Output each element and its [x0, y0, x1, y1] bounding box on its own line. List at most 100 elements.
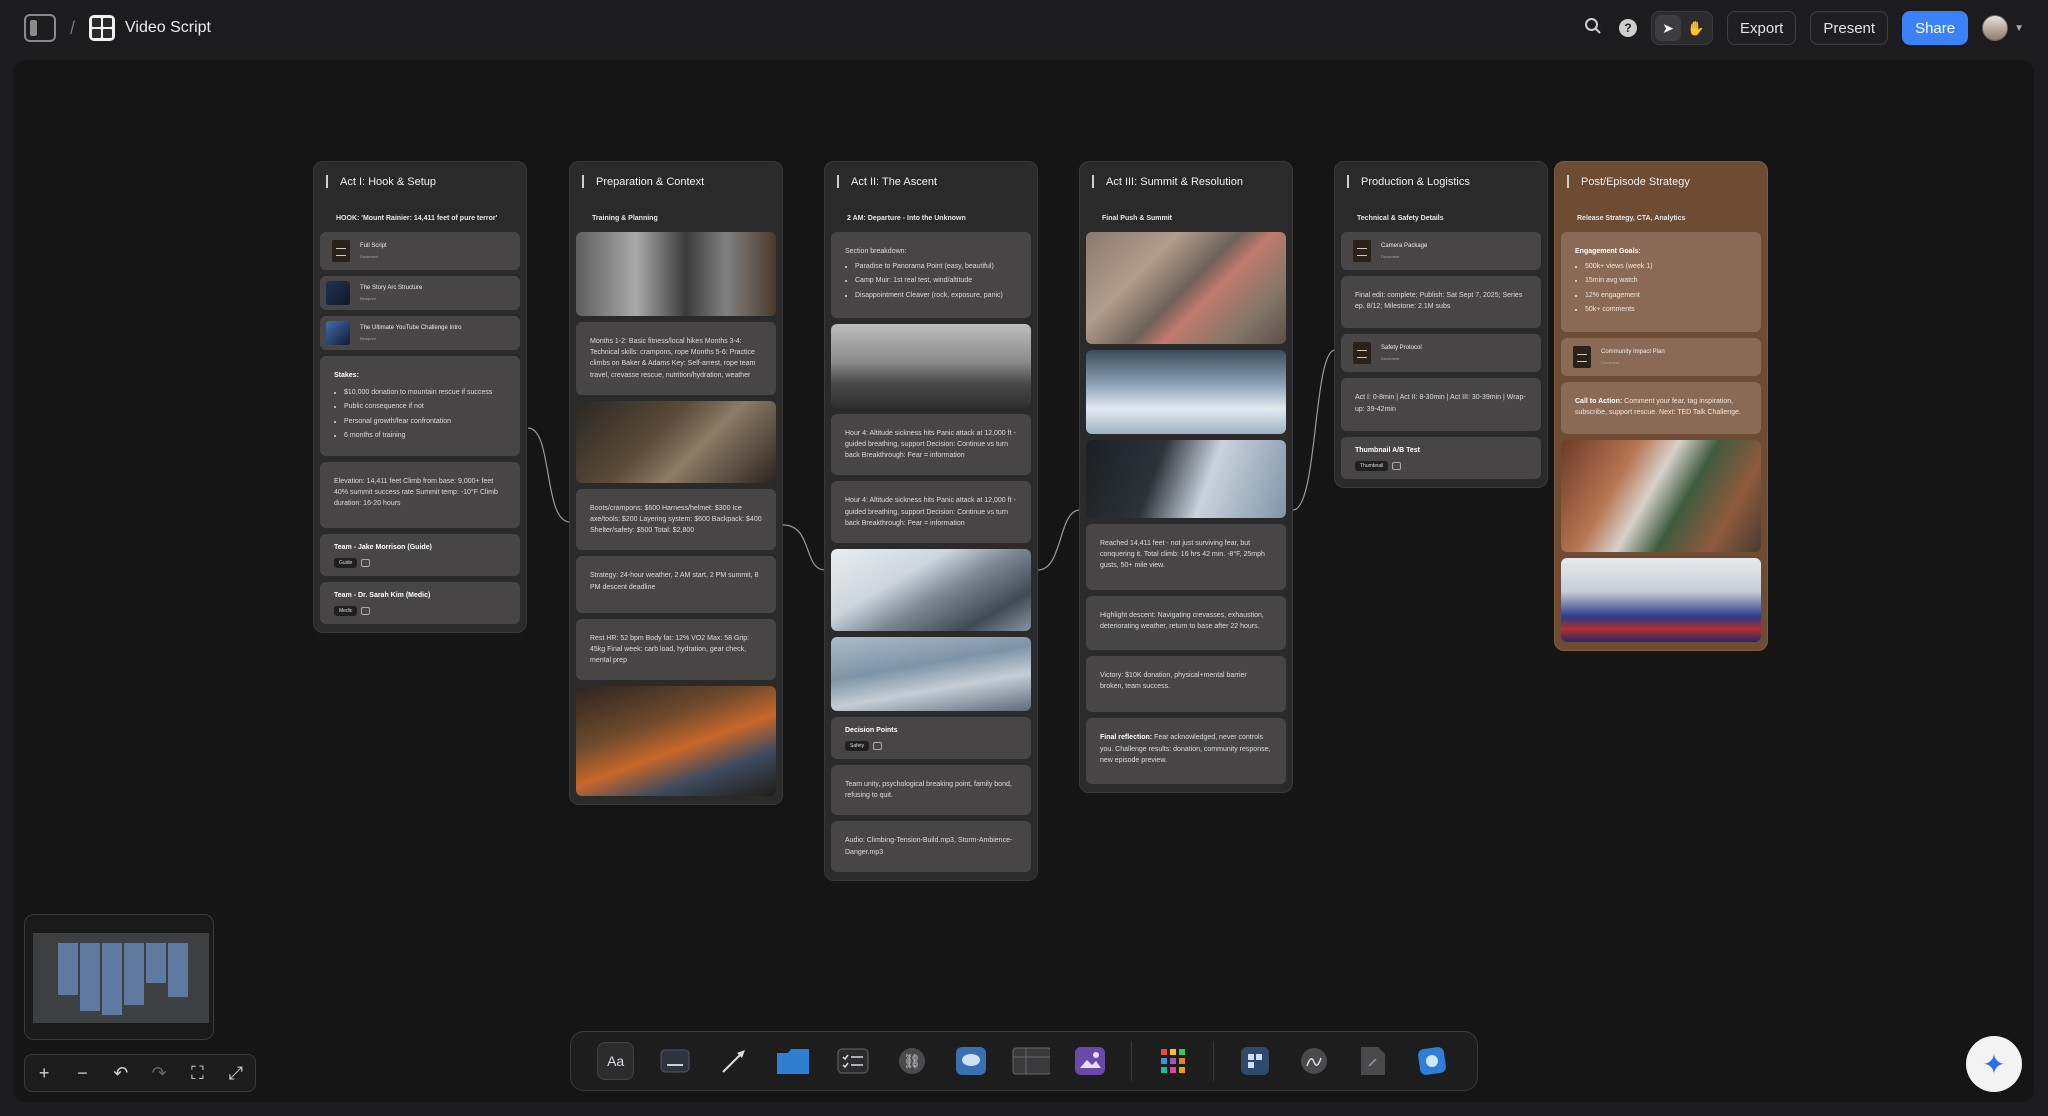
column-title: Post/Episode Strategy — [1561, 170, 1761, 198]
column-production[interactable]: Production & Logistics Technical & Safet… — [1334, 161, 1548, 488]
decision-points-card[interactable]: Decision Points Safety — [831, 716, 1031, 760]
zoom-out-button[interactable]: − — [68, 1063, 96, 1084]
calendar-icon[interactable] — [873, 742, 883, 751]
snow-ridge-image[interactable] — [831, 548, 1031, 631]
tag-chip[interactable]: Medic — [334, 605, 358, 616]
search-icon[interactable] — [1581, 17, 1605, 40]
doc-card-full-script[interactable]: Full Script Document — [320, 232, 520, 270]
section-label: Section breakdown: — [845, 248, 907, 255]
stakes-card[interactable]: Stakes: $10,000 donation to mountain res… — [320, 356, 520, 456]
tag-chip[interactable]: Guide — [334, 557, 358, 568]
calendar-icon[interactable] — [1392, 461, 1402, 470]
folder-icon[interactable] — [775, 1042, 812, 1080]
engagement-goals-card[interactable]: Engagement Goals: 500k+ views (week 1) 1… — [1561, 232, 1761, 332]
pointer-tool-icon[interactable]: ➤ — [1655, 15, 1681, 41]
climber-prep-image[interactable] — [576, 686, 776, 797]
doc-kind: Blueprint — [360, 295, 376, 301]
doc-card-camera-package[interactable]: Camera Package Document — [1341, 232, 1541, 270]
final-edit-card[interactable]: Final edit: complete; Publish: Sat Sept … — [1341, 276, 1541, 329]
training-card[interactable]: Months 1-2: Basic fitness/local hikes Mo… — [576, 322, 776, 395]
climbing-gym-image[interactable] — [1561, 558, 1761, 643]
arrow-tool-icon[interactable] — [716, 1042, 753, 1080]
zoom-in-button[interactable]: + — [30, 1063, 58, 1084]
tag-chip[interactable]: Safety — [845, 741, 870, 752]
document-icon — [1573, 345, 1591, 368]
stakes-item: 6 months of training — [344, 430, 506, 441]
fitness-stats-card[interactable]: Rest HR: 52 bpm Body fat: 12% VO2 Max: 5… — [576, 618, 776, 681]
note-tool-icon[interactable] — [656, 1042, 693, 1080]
column-post-episode[interactable]: Post/Episode Strategy Release Strategy, … — [1554, 161, 1768, 652]
doc-card-youtube-intro[interactable]: The Ultimate YouTube Challenge Intro Blue… — [320, 316, 520, 350]
climbers-snow-image[interactable] — [831, 636, 1031, 711]
tool-mode-toggle: ➤ ✋ — [1651, 11, 1713, 45]
column-act-1[interactable]: Act I: Hook & Setup HOOK: 'Mount Rainier… — [313, 161, 527, 633]
comment-icon[interactable] — [952, 1042, 989, 1080]
descent-card[interactable]: Highlight descent: Navigating crevasses,… — [1086, 595, 1286, 650]
doc-card-safety-protocol[interactable]: Safety Protocol Document — [1341, 334, 1541, 373]
snowy-peak-image[interactable] — [1086, 350, 1286, 434]
help-icon[interactable]: ? — [1619, 19, 1637, 37]
section-item: Camp Muir: 1st real test, wind/altitude — [855, 275, 1017, 286]
thumbnail-test-card[interactable]: Thumbnail A/B Test Thumbnail — [1341, 436, 1541, 479]
team-card-medic[interactable]: Team - Dr. Sarah Kim (Medic) Medic — [320, 581, 520, 624]
calendar-icon[interactable] — [361, 606, 371, 615]
page-title[interactable]: Video Script — [125, 19, 211, 37]
upload-icon[interactable] — [1414, 1042, 1451, 1080]
elevation-card[interactable]: Elevation: 14,411 feet Climb from base: … — [320, 461, 520, 528]
climbers-highfive-image[interactable] — [1561, 440, 1761, 553]
minimap-viewport[interactable] — [33, 933, 209, 1023]
document-icon — [332, 240, 350, 262]
doc-card-story-arc[interactable]: The Story Arc Structure Blueprint — [320, 276, 520, 310]
board-icon[interactable] — [1236, 1042, 1273, 1080]
column-act-2[interactable]: Act II: The Ascent 2 AM: Departure - Int… — [824, 161, 1038, 881]
hour4-card-a[interactable]: Hour 4: Altitude sickness hits Panic att… — [831, 413, 1031, 476]
section-breakdown-card[interactable]: Section breakdown: Paradise to Panorama … — [831, 232, 1031, 318]
cta-card[interactable]: Call to Action: Comment your fear, tag i… — [1561, 381, 1761, 435]
link-icon[interactable]: ⛓ — [893, 1042, 930, 1080]
victory-card[interactable]: Victory: $10K donation, physical+mental … — [1086, 655, 1286, 713]
share-button[interactable]: Share — [1902, 11, 1969, 45]
present-button[interactable]: Present — [1810, 11, 1889, 45]
toolbar-divider — [1213, 1041, 1215, 1081]
avatar[interactable] — [1982, 15, 2009, 41]
team-card-guide[interactable]: Team - Jake Morrison (Guide) Guide — [320, 533, 520, 576]
document-icon — [1353, 342, 1371, 365]
export-button[interactable]: Export — [1727, 11, 1797, 45]
doc-card-community-impact[interactable]: Community Impact Plan Document — [1561, 337, 1761, 376]
draw-icon[interactable] — [1295, 1042, 1332, 1080]
undo-icon[interactable]: ↶ — [107, 1063, 135, 1084]
crop-frame-icon[interactable]: ⛶ — [183, 1063, 211, 1084]
table-icon[interactable] — [1012, 1042, 1050, 1080]
summit-clouds-image[interactable] — [1086, 440, 1286, 518]
gym-training-image[interactable] — [576, 232, 776, 316]
rock-climber-image[interactable] — [1086, 232, 1286, 344]
column-act-3[interactable]: Act III: Summit & Resolution Final Push … — [1079, 161, 1293, 793]
strategy-card[interactable]: Strategy: 24-hour weather, 2 AM start, 2… — [576, 556, 776, 613]
sidebar-toggle-icon[interactable] — [24, 14, 56, 42]
hour4-card-b[interactable]: Hour 4: Altitude sickness hits Panic att… — [831, 481, 1031, 543]
fullscreen-icon[interactable]: ⤢ — [222, 1063, 250, 1084]
runtime-card[interactable]: Act I: 0-8min | Act II: 8-30min | Act II… — [1341, 378, 1541, 431]
apps-grid-icon[interactable] — [1154, 1042, 1191, 1080]
gear-cost-card[interactable]: Boots/crampons: $600 Harness/helmet: $30… — [576, 488, 776, 551]
board-canvas[interactable]: Act I: Hook & Setup HOOK: 'Mount Rainier… — [13, 60, 2034, 1102]
summit-reached-card[interactable]: Reached 14,411 feet - not just surviving… — [1086, 524, 1286, 590]
calendar-icon[interactable] — [361, 558, 371, 567]
checklist-icon[interactable] — [834, 1042, 871, 1080]
redo-icon[interactable]: ↷ — [145, 1063, 173, 1084]
ai-assistant-sparkle-icon[interactable]: ✦ — [1966, 1036, 2022, 1092]
reflection-card[interactable]: Final reflection: Fear acknowledged, nev… — [1086, 718, 1286, 784]
document-icon[interactable] — [1355, 1042, 1392, 1080]
tag-chip[interactable]: Thumbnail — [1355, 460, 1389, 471]
minimap[interactable] — [24, 914, 214, 1040]
gear-table-image[interactable] — [576, 400, 776, 483]
team-unity-card[interactable]: Team unity, psychological breaking point… — [831, 765, 1031, 816]
image-icon[interactable] — [1072, 1042, 1109, 1080]
foggy-valley-image[interactable] — [831, 323, 1031, 408]
audio-card[interactable]: Audio: Climbing-Tension-Build.mp3, Storm… — [831, 821, 1031, 872]
column-preparation[interactable]: Preparation & Context Training & Plannin… — [569, 161, 783, 806]
hand-tool-icon[interactable]: ✋ — [1683, 15, 1709, 41]
text-tool-button[interactable]: Aa — [597, 1042, 635, 1080]
top-bar: / Video Script ? ➤ ✋ Export Present Shar… — [0, 0, 2048, 56]
chevron-down-icon[interactable]: ▼ — [2014, 23, 2024, 34]
